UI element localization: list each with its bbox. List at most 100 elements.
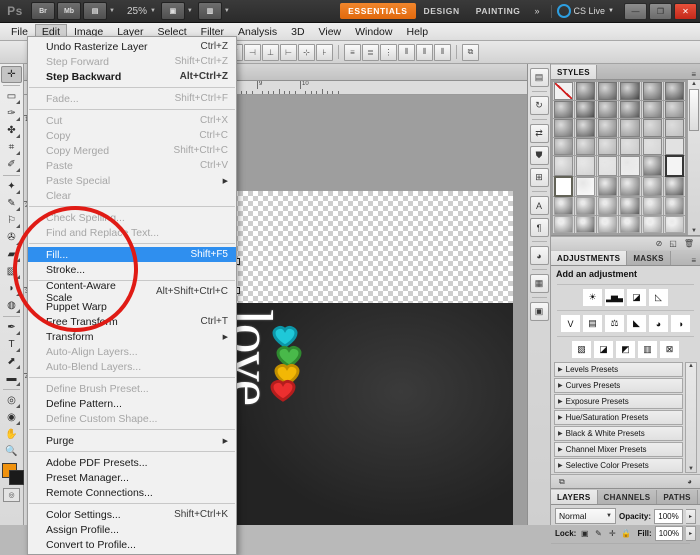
style-swatch[interactable] — [597, 82, 619, 100]
menu-item-puppet-warp[interactable]: Puppet Warp — [28, 299, 236, 314]
style-swatch[interactable] — [641, 137, 663, 155]
presets-scroll-up-icon[interactable]: ▲ — [688, 363, 694, 369]
distribute-left-button[interactable]: ⦀ — [398, 43, 415, 61]
distribute-bottom-button[interactable]: ⋮ — [380, 43, 397, 61]
blend-mode-select[interactable]: Normal ▼ — [555, 508, 616, 524]
style-swatch[interactable] — [619, 176, 641, 196]
distribute-top-button[interactable]: ≡ — [344, 43, 361, 61]
layers-list[interactable]: ◉ ⛓ jj-stjune2014-paintedp... ◉ — [551, 543, 690, 544]
color-balance-icon[interactable]: ⚖ — [605, 315, 624, 332]
style-swatch[interactable] — [663, 155, 685, 177]
tab-layers[interactable]: LAYERS — [551, 490, 598, 504]
opacity-value[interactable]: 100% — [654, 508, 683, 524]
fill-stepper[interactable]: ▸ — [686, 526, 696, 541]
dodge-tool[interactable]: ◍ — [2, 297, 21, 314]
pen-tool[interactable]: ✒ — [2, 319, 21, 336]
distribute-horizontal-center-button[interactable]: ⫴ — [416, 43, 433, 61]
align-vertical-middle-button[interactable]: ⊹ — [298, 43, 315, 61]
history-brush-tool[interactable]: ✇ — [2, 229, 21, 246]
style-swatch[interactable] — [663, 119, 685, 137]
styles-scroll-down-icon[interactable]: ▼ — [691, 228, 697, 234]
lasso-tool[interactable]: ✑ — [2, 105, 21, 122]
clone-stamp-tool[interactable]: ⚐ — [2, 212, 21, 229]
styles-grid[interactable] — [551, 80, 687, 235]
style-swatch[interactable] — [575, 176, 597, 196]
lock-image-pixels-icon[interactable]: ✎ — [593, 528, 604, 539]
menu-item-color-settings[interactable]: Color Settings... Shift+Ctrl+K — [28, 507, 236, 522]
workspace-tab-design[interactable]: DESIGN — [416, 3, 468, 19]
styles-scrollbar[interactable]: ▲ ▼ — [687, 80, 700, 235]
align-right-edges-button[interactable]: ⊦ — [316, 43, 333, 61]
view-previous-state-icon[interactable]: ◕ — [687, 477, 692, 486]
style-swatch[interactable] — [597, 156, 619, 176]
tab-masks[interactable]: MASKS — [627, 251, 671, 265]
style-swatch[interactable] — [553, 100, 575, 118]
style-swatch[interactable] — [597, 215, 619, 233]
style-swatch[interactable] — [597, 176, 619, 196]
preset-row-levels[interactable]: ▶ Levels Presets — [554, 362, 683, 377]
style-swatch[interactable] — [553, 175, 575, 197]
workspace-tab-painting[interactable]: PAINTING — [468, 3, 529, 19]
distribute-right-button[interactable]: ⦀ — [434, 43, 451, 61]
brightness-contrast-icon[interactable]: ☀ — [583, 289, 602, 306]
presets-scroll-down-icon[interactable]: ▼ — [688, 466, 694, 472]
3d-orbit-tool[interactable]: ◉ — [2, 409, 21, 426]
menu-item-assign-profile[interactable]: Assign Profile... — [28, 522, 236, 537]
masks-icon[interactable]: ⛊ — [529, 146, 549, 165]
mini-bridge-icon[interactable]: ▤ — [529, 68, 549, 87]
styles-scroll-up-icon[interactable]: ▲ — [691, 81, 697, 87]
align-left-edges-button[interactable]: ⊢ — [280, 43, 297, 61]
curves-icon[interactable]: ◪ — [627, 289, 646, 306]
notes-icon[interactable]: ▣ — [529, 302, 549, 321]
style-swatch[interactable] — [553, 215, 575, 233]
style-swatch[interactable] — [575, 156, 597, 176]
delete-style-icon[interactable]: 🗑 — [684, 239, 694, 248]
style-swatch[interactable] — [575, 197, 597, 215]
style-swatch[interactable] — [619, 215, 641, 233]
view-extras-caret-icon[interactable]: ▼ — [109, 8, 115, 14]
style-swatch[interactable] — [641, 197, 663, 215]
style-swatch[interactable] — [597, 119, 619, 137]
arrange-caret-icon[interactable]: ▼ — [224, 8, 230, 14]
menu-view[interactable]: View — [312, 24, 349, 40]
mini-bridge-button[interactable]: Mb — [57, 2, 81, 20]
align-vertical-centers-button[interactable]: ⊣ — [244, 43, 261, 61]
threshold-icon[interactable]: ◩ — [616, 341, 635, 358]
adjustments-icon[interactable]: ⇄ — [529, 124, 549, 143]
menu-window[interactable]: Window — [348, 24, 399, 40]
adjustments-panel-menu-icon[interactable]: ≡ — [687, 256, 700, 265]
screen-mode-button[interactable]: ▣ — [160, 2, 185, 20]
style-swatch[interactable] — [641, 176, 663, 196]
style-swatch[interactable] — [553, 119, 575, 137]
paragraph-icon[interactable]: ¶ — [529, 218, 549, 237]
new-style-icon[interactable]: ◱ — [669, 239, 677, 248]
style-swatch[interactable] — [663, 82, 685, 100]
color-icon[interactable]: ◕ — [529, 246, 549, 265]
hue-saturation-icon[interactable]: ▤ — [583, 315, 602, 332]
quick-mask-button[interactable]: ◎ — [3, 488, 20, 502]
menu-item-remote-connections[interactable]: Remote Connections... — [28, 485, 236, 500]
distribute-vertical-center-button[interactable]: ≣ — [362, 43, 379, 61]
style-swatch[interactable] — [619, 100, 641, 118]
style-swatch[interactable] — [641, 156, 663, 176]
edit-menu-dropdown[interactable]: Undo Rasterize Layer Ctrl+Z Step Forward Sh… — [27, 36, 237, 555]
fill-value[interactable]: 100% — [654, 526, 684, 541]
type-tool[interactable]: T — [2, 336, 21, 353]
view-extras-button[interactable]: ▤ — [83, 2, 107, 20]
black-white-icon[interactable]: ◣ — [627, 315, 646, 332]
style-swatch[interactable] — [553, 137, 575, 155]
color-swatches[interactable] — [1, 463, 24, 485]
styles-panel-menu-icon[interactable]: ≡ — [687, 70, 700, 79]
opacity-stepper[interactable]: ▸ — [686, 508, 696, 524]
menu-item-purge[interactable]: Purge ▶ — [28, 433, 236, 448]
style-swatch[interactable] — [575, 82, 597, 100]
style-swatch[interactable] — [619, 119, 641, 137]
clear-style-icon[interactable]: ⊘ — [656, 239, 663, 248]
crop-tool[interactable]: ⌗ — [2, 139, 21, 156]
menu-item-stroke[interactable]: Stroke... — [28, 262, 236, 277]
preset-row-channel-mixer[interactable]: ▶ Channel Mixer Presets — [554, 442, 683, 457]
tab-channels[interactable]: CHANNELS — [597, 490, 658, 504]
style-swatch-none[interactable] — [553, 82, 575, 100]
styles-scroll-thumb[interactable] — [689, 89, 699, 131]
eyedropper-tool[interactable]: ✐ — [2, 156, 21, 173]
